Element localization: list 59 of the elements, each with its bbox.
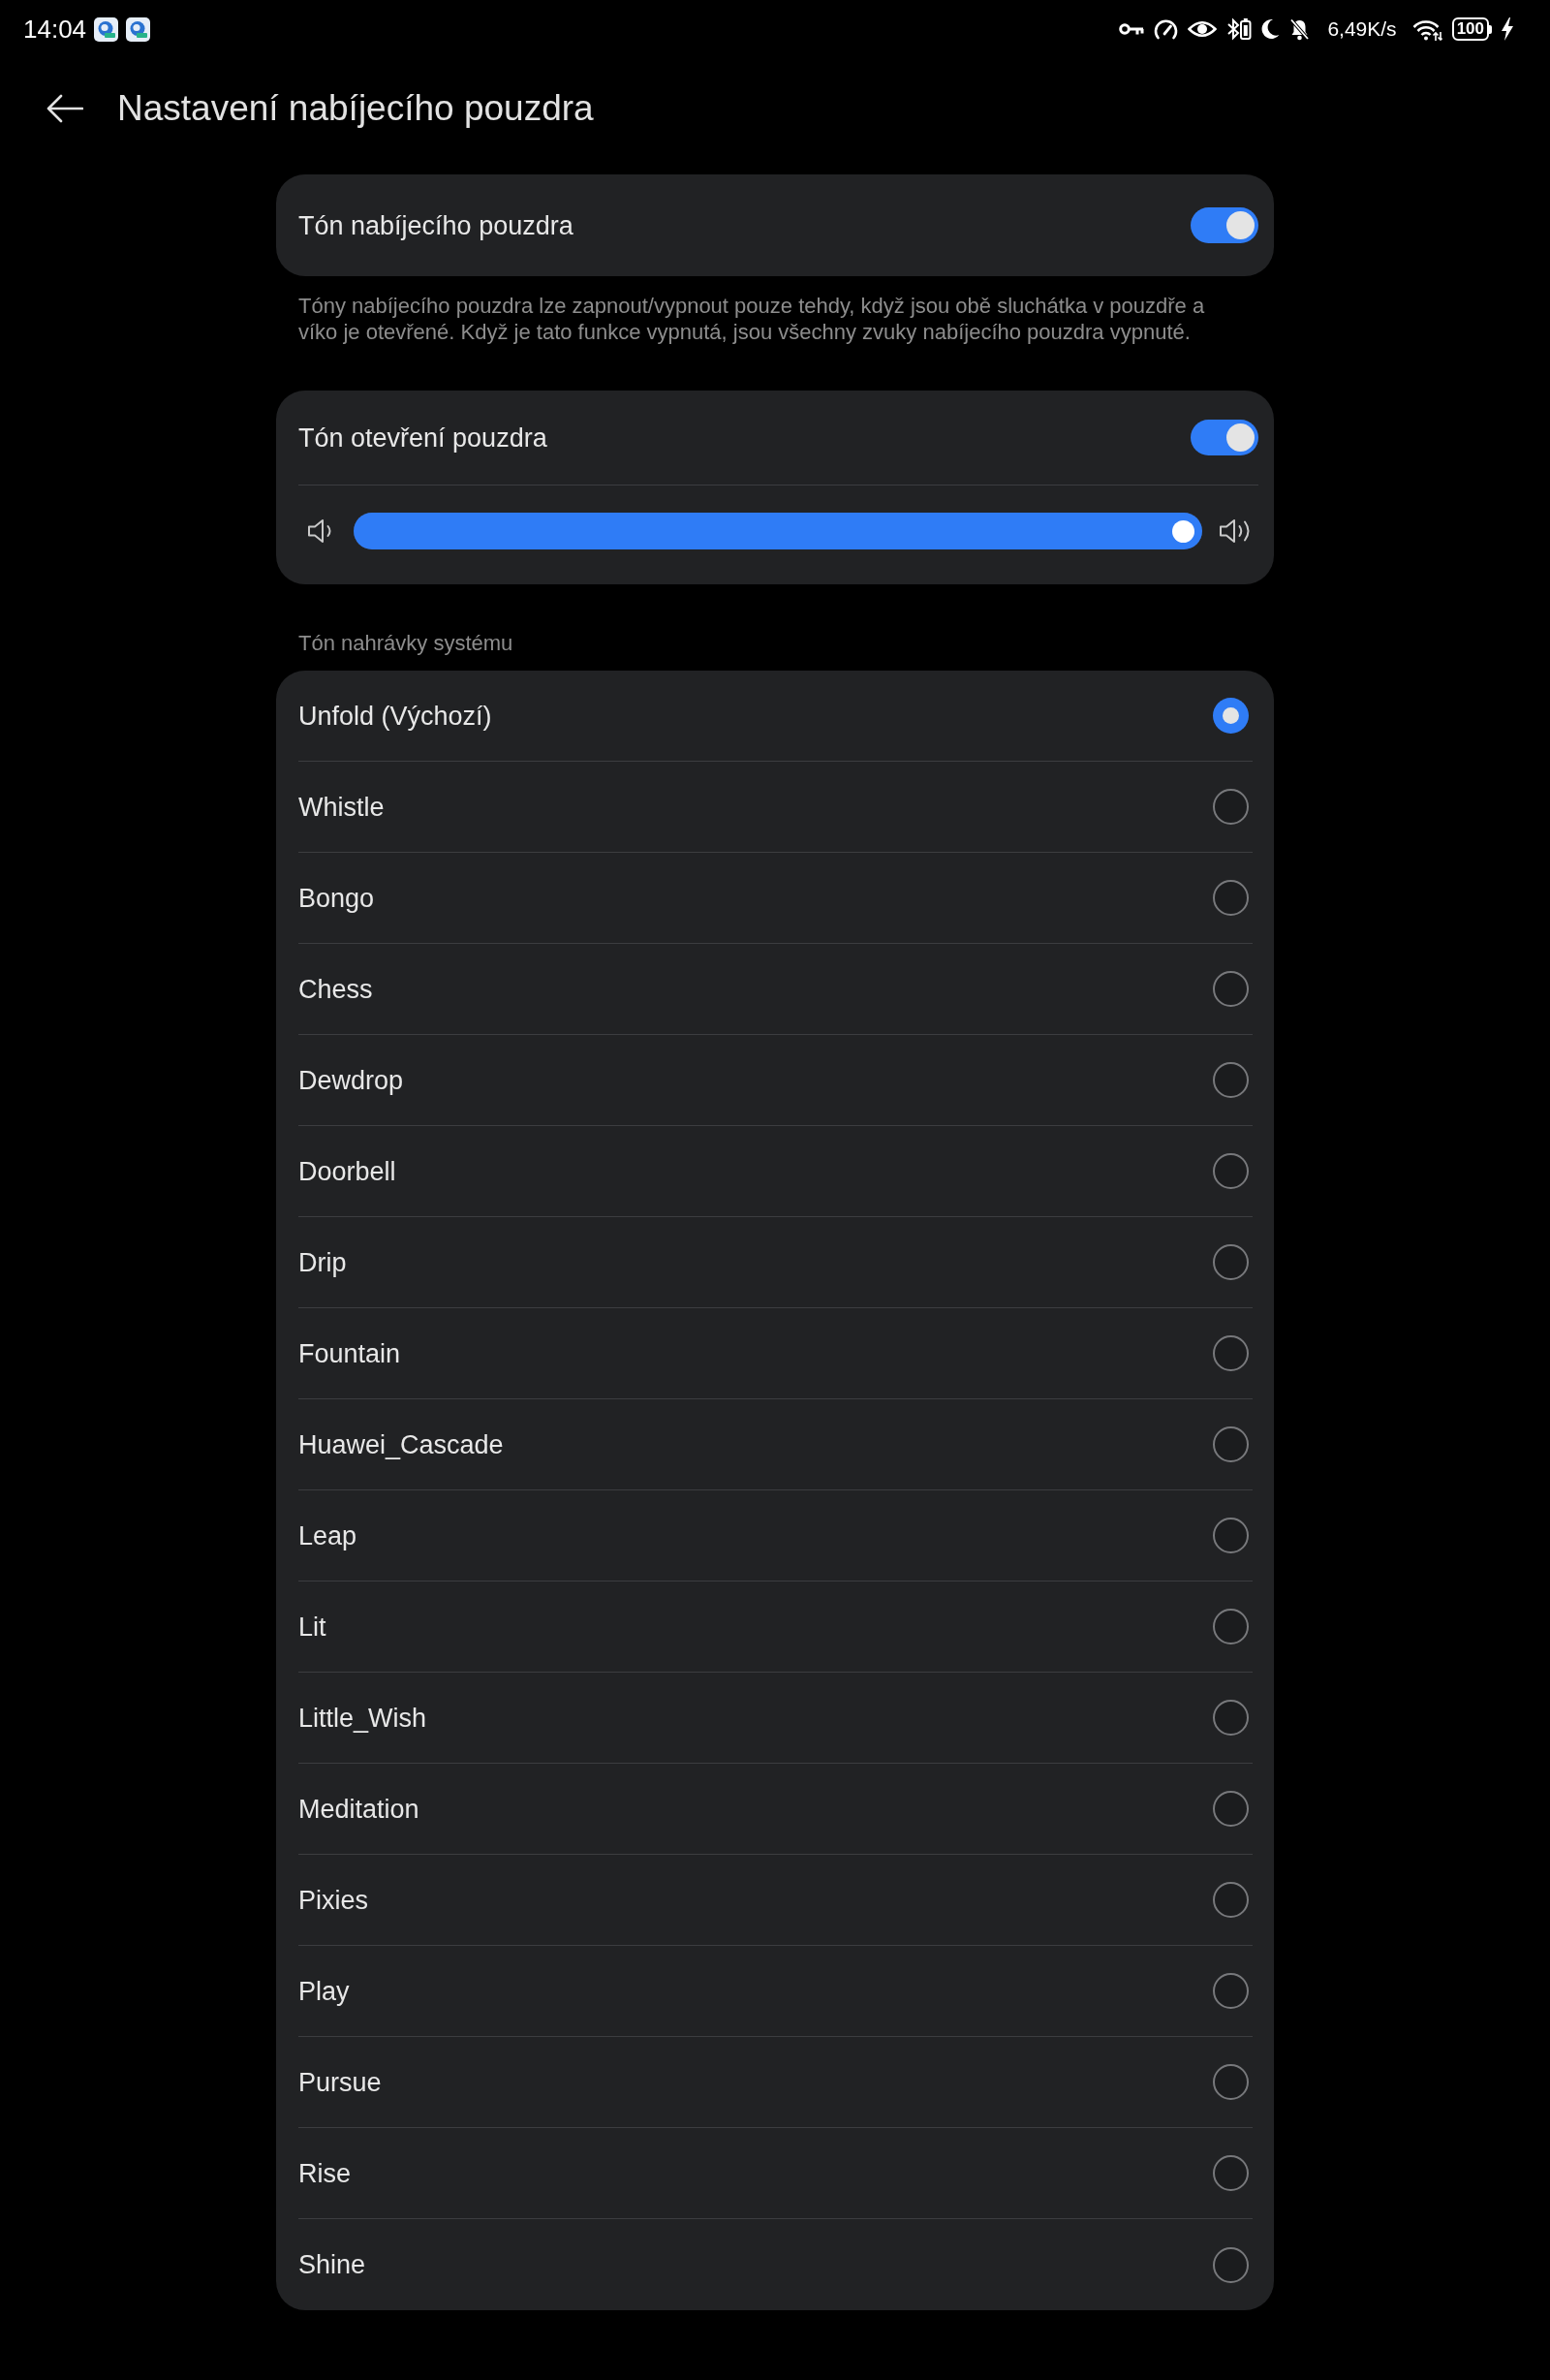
radio-button[interactable]	[1213, 1882, 1249, 1918]
charging-bolt-icon	[1502, 17, 1513, 41]
app-notification-icon	[126, 16, 151, 42]
radio-button[interactable]	[1213, 698, 1249, 734]
toggle-switch[interactable]	[1191, 207, 1258, 243]
tone-option-label: Leap	[298, 1519, 357, 1552]
moon-icon	[1261, 18, 1281, 40]
section-heading: Tón nahrávky systému	[298, 631, 513, 655]
radio-button[interactable]	[1213, 1153, 1249, 1189]
tone-option-label: Doorbell	[298, 1155, 396, 1188]
radio-button[interactable]	[1213, 1335, 1249, 1371]
back-arrow-icon[interactable]	[46, 94, 83, 123]
radio-button[interactable]	[1213, 1609, 1249, 1644]
app-notification-icon	[94, 16, 119, 42]
wifi-icon	[1411, 17, 1442, 41]
battery-indicator: 100	[1451, 17, 1492, 41]
radio-button[interactable]	[1213, 1973, 1249, 2009]
tone-option-label: Pixies	[298, 1884, 369, 1917]
tone-option-label: Chess	[298, 973, 373, 1006]
tone-option-label: Unfold (Výchozí)	[298, 700, 492, 733]
tone-option-label: Huawei_Cascade	[298, 1428, 504, 1461]
tone-option-label: Bongo	[298, 882, 375, 915]
radio-button[interactable]	[1213, 1244, 1249, 1280]
tone-option-label: Lit	[298, 1611, 326, 1644]
tone-option-label: Shine	[298, 2249, 366, 2281]
key-icon	[1119, 22, 1145, 36]
network-speed: 6,49K/s	[1327, 16, 1397, 42]
toggle-switch[interactable]	[1191, 420, 1258, 455]
page-title: Nastavení nabíjecího pouzdra	[117, 87, 594, 130]
tone-option-label: Whistle	[298, 791, 385, 824]
status-time: 14:04	[23, 15, 87, 44]
setting-description: Tóny nabíjecího pouzdra lze zapnout/vypnout pouze tehdy, když jsou obě sluchátka v pouzdře a víko je otevřené. Když je tato funkce vypnutá, jsou všechny zvuky nabíjecího pouzdra vypnuté.	[298, 293, 1206, 345]
radio-button[interactable]	[1213, 971, 1249, 1007]
tone-option-label: Drip	[298, 1246, 347, 1279]
bluetooth-battery-icon	[1226, 17, 1253, 41]
eye-icon	[1188, 19, 1218, 39]
radio-button[interactable]	[1213, 2246, 1249, 2283]
radio-button[interactable]	[1213, 1062, 1249, 1098]
radio-button[interactable]	[1213, 1426, 1249, 1462]
setting-label: Tón nabíjecího pouzdra	[298, 209, 574, 242]
gauge-icon	[1154, 18, 1179, 40]
radio-button[interactable]	[1213, 880, 1249, 916]
tone-option-label: Play	[298, 1975, 350, 2008]
slider-thumb[interactable]	[1172, 519, 1194, 543]
tone-option-label: Rise	[298, 2157, 351, 2190]
radio-button[interactable]	[1213, 1700, 1249, 1736]
bell-off-icon	[1289, 17, 1311, 41]
radio-button[interactable]	[1213, 2064, 1249, 2100]
tone-option-label: Dewdrop	[298, 1064, 404, 1097]
volume-slider-track[interactable]	[354, 513, 1202, 549]
tone-option-label: Pursue	[298, 2066, 382, 2099]
radio-button[interactable]	[1213, 1791, 1249, 1827]
tone-option-label: Meditation	[298, 1793, 419, 1826]
setting-label: Tón otevření pouzdra	[298, 422, 547, 454]
tone-option-label: Little_Wish	[298, 1702, 427, 1735]
radio-button[interactable]	[1213, 2155, 1249, 2191]
tone-option-label: Fountain	[298, 1337, 401, 1370]
radio-button[interactable]	[1213, 1518, 1249, 1553]
radio-button[interactable]	[1213, 789, 1249, 825]
